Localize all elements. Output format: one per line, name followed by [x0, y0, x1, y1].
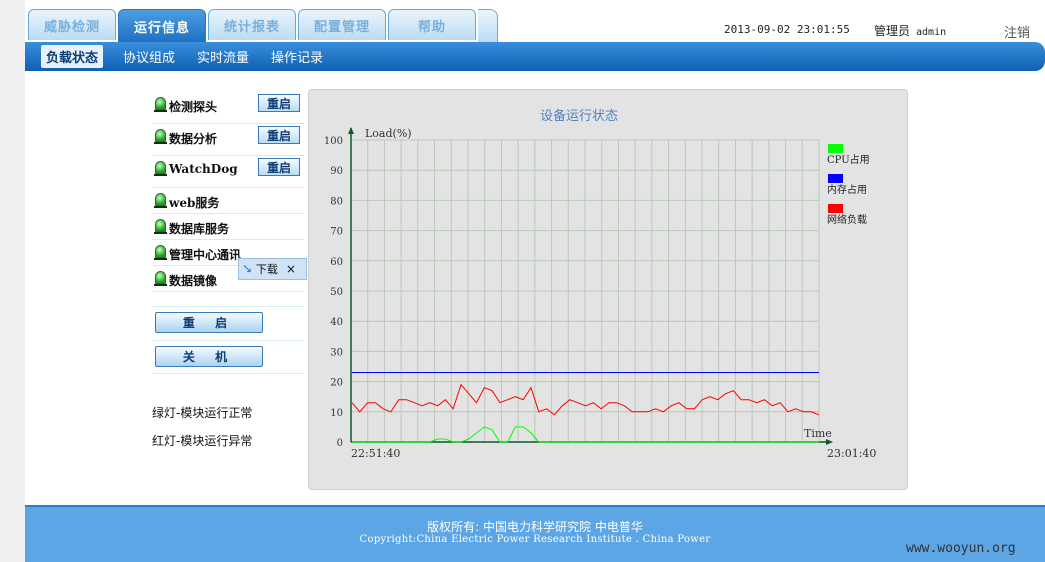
y-tick-label: 90: [330, 166, 343, 177]
module-name: WatchDog: [169, 162, 238, 176]
module-name: web服务: [169, 196, 220, 210]
subnav-item-1[interactable]: 协议组成: [121, 47, 177, 66]
y-tick-label: 10: [330, 408, 343, 419]
divider: [152, 373, 304, 374]
x-end-label: 23:01:40: [827, 447, 876, 460]
y-tick-label: 20: [330, 378, 343, 389]
load-chart: 0 10 20 30 40 50 60 70 80 90 100 设备运行状态 Load(%) Time 2…: [324, 108, 877, 460]
shutdown-button[interactable]: 关 机: [155, 346, 263, 367]
status-light-icon: [154, 193, 167, 208]
download-label: 下载: [255, 263, 278, 276]
chart-title: 设备运行状态: [540, 108, 618, 124]
module-name: 数据分析: [169, 132, 218, 146]
status-light-icon: [154, 97, 167, 112]
green-light-note: 绿灯-模块运行正常: [152, 406, 253, 420]
module-row: 数据分析 重启: [152, 124, 304, 156]
red-light-note: 红灯-模块运行异常: [152, 434, 253, 448]
download-popup[interactable]: ➘ 下载 ×: [238, 258, 307, 280]
status-light-icon: [154, 219, 167, 234]
restart-all-button[interactable]: 重 启: [155, 312, 263, 333]
status-light-icon: [154, 129, 167, 144]
close-icon[interactable]: ×: [286, 262, 296, 276]
y-tick-label: 0: [337, 438, 343, 449]
subnav-item-0[interactable]: 负载状态: [41, 45, 104, 68]
legend-swatch: [828, 174, 843, 183]
module-row: 数据库服务: [152, 214, 304, 240]
user-role: 管理员: [874, 24, 911, 38]
module-restart-button[interactable]: 重启: [258, 158, 300, 176]
legend-swatch: [828, 204, 843, 213]
datetime-display: 2013-09-02 23:01:55: [724, 23, 850, 36]
y-tick-label: 40: [330, 317, 343, 328]
tab-0[interactable]: 威胁检测: [28, 9, 116, 40]
module-restart-button[interactable]: 重启: [258, 126, 300, 144]
legend-label: 内存占用: [827, 183, 867, 196]
status-light-icon: [154, 271, 167, 286]
tab-4[interactable]: 帮助: [388, 9, 476, 40]
logout-link[interactable]: 注销: [1004, 22, 1030, 41]
tab-2[interactable]: 统计报表: [208, 9, 296, 40]
y-tick-label: 80: [330, 196, 343, 207]
page: 威胁检测 运行信息 统计报表 配置管理 帮助 2013-09-02 23:01:55 管…: [25, 0, 1045, 562]
x-start-label: 22:51:40: [351, 447, 400, 460]
tab-bar-end: [478, 9, 498, 42]
copyright-en: Copyright:China Electric Power Research …: [359, 534, 711, 545]
legend-label: CPU占用: [827, 153, 870, 166]
y-tick-label: 60: [330, 257, 343, 268]
y-axis-arrow-icon: [348, 127, 354, 134]
module-row: 检测探头 重启: [152, 92, 304, 124]
watermark: www.wooyun.org: [906, 541, 1016, 556]
y-tick-label: 30: [330, 347, 343, 358]
tab-3[interactable]: 配置管理: [298, 9, 386, 40]
sub-navigation: 负载状态 协议组成 实时流量 操作记录: [25, 42, 1045, 71]
subnav-item-3[interactable]: 操作记录: [269, 47, 325, 66]
module-name: 数据库服务: [169, 222, 230, 236]
tab-1[interactable]: 运行信息: [118, 9, 206, 43]
y-axis-label: Load(%): [365, 127, 412, 140]
y-tick-label: 50: [330, 287, 343, 298]
arrow-icon: ➘: [242, 261, 253, 277]
module-restart-button[interactable]: 重启: [258, 94, 300, 112]
module-row: WatchDog 重启: [152, 156, 304, 188]
footer: 版权所有: 中国电力科学研究院 中电普华 Copyright:China Ele…: [25, 505, 1045, 562]
module-name: 检测探头: [169, 100, 218, 114]
legend-label: 网络负载: [827, 213, 867, 226]
main-tabs: 威胁检测 运行信息 统计报表 配置管理 帮助: [28, 9, 498, 43]
module-name: 数据镜像: [169, 274, 218, 288]
status-light-icon: [154, 161, 167, 176]
module-name: 管理中心通讯: [169, 248, 242, 262]
module-row: web服务: [152, 188, 304, 214]
divider: [152, 340, 304, 341]
y-tick-label: 100: [324, 136, 343, 147]
copyright-cn: 版权所有: 中国电力科学研究院 中电普华: [427, 520, 643, 534]
user-name: admin: [916, 27, 947, 38]
y-tick-label: 70: [330, 227, 343, 238]
legend-swatch: [828, 144, 843, 153]
status-light-icon: [154, 245, 167, 260]
divider: [152, 306, 304, 307]
x-axis-label: Time: [804, 427, 832, 440]
load-chart-panel: 0 10 20 30 40 50 60 70 80 90 100 设备运行状态 Load(%) Time 2…: [308, 89, 908, 490]
subnav-item-2[interactable]: 实时流量: [195, 47, 251, 66]
current-user: 管理员 admin: [874, 22, 946, 39]
